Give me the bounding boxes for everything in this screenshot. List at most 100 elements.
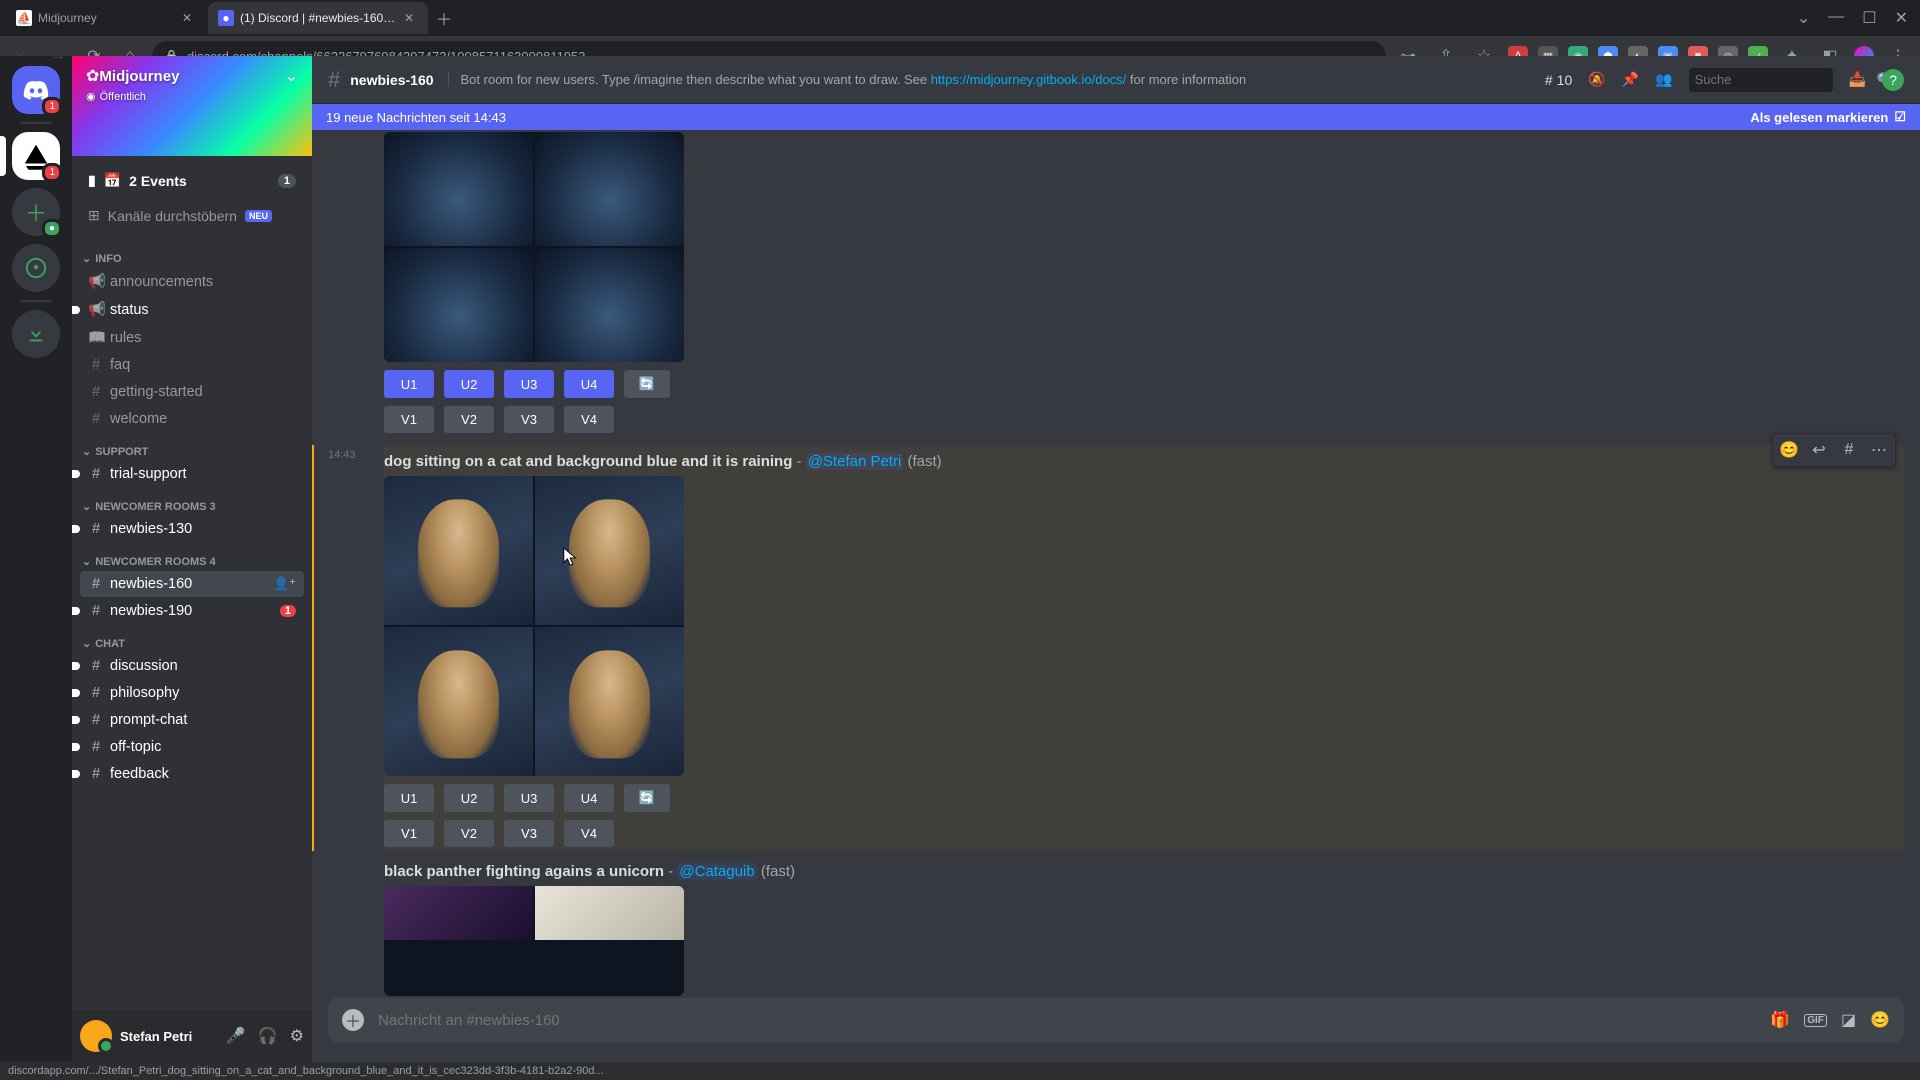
emoji-icon[interactable]: 😊: [1870, 1010, 1890, 1030]
v4-button[interactable]: V4: [564, 820, 614, 847]
channel-philosophy[interactable]: #philosophy: [80, 680, 304, 706]
v3-button[interactable]: V3: [504, 820, 554, 847]
help-icon[interactable]: ?: [1882, 69, 1904, 91]
channel-off-topic[interactable]: #off-topic: [80, 734, 304, 760]
tab-midjourney[interactable]: ⛵ Midjourney ✕: [6, 2, 206, 34]
topic-link[interactable]: https://midjourney.gitbook.io/docs/: [931, 72, 1127, 87]
v3-button[interactable]: V3: [504, 406, 554, 433]
category-header[interactable]: ⌄ NEWCOMER ROOMS 4: [80, 543, 304, 570]
u4-button[interactable]: U4: [564, 784, 614, 812]
v2-button[interactable]: V2: [444, 820, 494, 847]
members-icon[interactable]: 👥: [1655, 71, 1672, 88]
new-tab-button[interactable]: ＋: [430, 4, 458, 32]
v4-button[interactable]: V4: [564, 406, 614, 433]
more-icon[interactable]: ⋯: [1865, 436, 1893, 464]
server-midjourney[interactable]: 1: [12, 132, 60, 180]
chevron-down-icon[interactable]: ⌄: [285, 66, 298, 86]
search-box[interactable]: 🔍: [1689, 68, 1833, 92]
close-icon[interactable]: ✕: [182, 11, 196, 25]
new-messages-bar[interactable]: 19 neue Nachrichten seit 14:43 Als geles…: [312, 104, 1920, 130]
explore-servers-button[interactable]: [12, 244, 60, 292]
server-header[interactable]: ✿ Midjourney ⌄ ◉ Öffentlich: [72, 56, 312, 156]
minimize-icon[interactable]: —: [1828, 8, 1844, 28]
v1-button[interactable]: V1: [384, 406, 434, 433]
chevron-down-icon[interactable]: ⌄: [1797, 8, 1810, 28]
u3-button[interactable]: U3: [504, 370, 554, 398]
v2-button[interactable]: V2: [444, 406, 494, 433]
inbox-icon[interactable]: 📥: [1849, 71, 1866, 88]
channel-discussion[interactable]: #discussion: [80, 653, 304, 679]
category-header[interactable]: ⌄ INFO: [80, 240, 304, 267]
channel-trial-support[interactable]: # trial-support: [80, 461, 304, 487]
events-row[interactable]: ▮ 📅 2 Events 1: [80, 164, 304, 197]
channel-newbies-160[interactable]: #newbies-160👤⁺: [80, 571, 304, 597]
channel-topic[interactable]: Bot room for new users. Type /imagine th…: [448, 72, 1535, 87]
browse-channels[interactable]: ⊞ Kanäle durchstöbern NEU: [80, 201, 304, 230]
message-text-input[interactable]: [378, 1012, 1756, 1029]
u2-button[interactable]: U2: [444, 784, 494, 812]
channel-announcements[interactable]: 📢announcements: [80, 268, 304, 295]
attach-button[interactable]: ＋: [342, 1009, 364, 1031]
download-icon: [25, 323, 47, 345]
reroll-button[interactable]: 🔄: [624, 784, 670, 812]
gif-icon[interactable]: GIF: [1804, 1014, 1827, 1027]
category-header[interactable]: ⌄ CHAT: [80, 625, 304, 652]
search-input[interactable]: [1695, 72, 1871, 87]
reroll-button[interactable]: 🔄: [624, 370, 670, 398]
u4-button[interactable]: U4: [564, 370, 614, 398]
u1-button[interactable]: U1: [384, 370, 434, 398]
mark-read-button[interactable]: Als gelesen markieren ☑: [1750, 109, 1906, 125]
channel-prompt-chat[interactable]: #prompt-chat: [80, 707, 304, 733]
pinned-icon[interactable]: 📌: [1622, 71, 1639, 88]
v1-button[interactable]: V1: [384, 820, 434, 847]
channel-type-icon: #: [88, 411, 104, 427]
add-reaction-icon[interactable]: 😊: [1775, 436, 1803, 464]
channel-newbies-130[interactable]: #newbies-130: [80, 516, 304, 542]
add-server-button[interactable]: ＋ ●: [12, 188, 60, 236]
close-icon[interactable]: ✕: [404, 11, 418, 25]
user-avatar[interactable]: [80, 1020, 112, 1052]
maximize-icon[interactable]: ☐: [1862, 8, 1876, 28]
deafen-icon[interactable]: 🎧: [258, 1026, 278, 1046]
category-header[interactable]: ⌄ NEWCOMER ROOMS 3: [80, 488, 304, 515]
sticker-icon[interactable]: ◪: [1841, 1010, 1856, 1030]
message-list[interactable]: U1 U2 U3 U4 🔄 V1 V2 V3 V4 14:43 😊: [312, 130, 1920, 998]
user-mention[interactable]: @Cataguib: [677, 863, 756, 880]
unread-indicator: [72, 770, 80, 778]
gift-icon[interactable]: 🎁: [1770, 1010, 1790, 1030]
events-count: 1: [278, 174, 296, 188]
upscale-row: U1 U2 U3 U4 🔄: [384, 370, 1904, 398]
thread-icon[interactable]: #: [1835, 436, 1863, 464]
settings-icon[interactable]: ⚙: [290, 1026, 304, 1046]
tab-discord[interactable]: ● (1) Discord | #newbies-160 | Mid ✕: [208, 2, 428, 34]
u3-button[interactable]: U3: [504, 784, 554, 812]
user-mention[interactable]: @Stefan Petri: [806, 453, 904, 470]
image-grid[interactable]: [384, 132, 684, 362]
user-panel: Stefan Petri 🎤 🎧 ⚙: [72, 1010, 312, 1062]
channel-rules[interactable]: 📖rules: [80, 324, 304, 351]
channel-newbies-190[interactable]: #newbies-1901: [80, 598, 304, 624]
u1-button[interactable]: U1: [384, 784, 434, 812]
discord-home[interactable]: 1: [12, 66, 60, 114]
message-input[interactable]: ＋ 🎁 GIF ◪ 😊: [328, 998, 1904, 1042]
channel-list[interactable]: ▮ 📅 2 Events 1 ⊞ Kanäle durchstöbern NEU…: [72, 156, 312, 1010]
threads-button[interactable]: # 10: [1545, 72, 1572, 88]
channel-faq[interactable]: #faq: [80, 352, 304, 378]
channel-type-icon: #: [88, 521, 104, 537]
channel-label: trial-support: [110, 466, 187, 482]
channel-type-icon: #: [88, 466, 104, 482]
channel-welcome[interactable]: #welcome: [80, 406, 304, 432]
u2-button[interactable]: U2: [444, 370, 494, 398]
channel-getting-started[interactable]: #getting-started: [80, 379, 304, 405]
reply-icon[interactable]: ↩: [1805, 436, 1833, 464]
category-header[interactable]: ⌄ SUPPORT: [80, 433, 304, 460]
image-grid[interactable]: [384, 476, 684, 776]
channel-feedback[interactable]: #feedback: [80, 761, 304, 787]
image-grid[interactable]: [384, 886, 684, 996]
channel-status[interactable]: 📢status: [80, 296, 304, 323]
close-window-icon[interactable]: ✕: [1895, 8, 1908, 28]
mute-icon[interactable]: 🎤: [226, 1026, 246, 1046]
invite-icon[interactable]: 👤⁺: [273, 576, 296, 592]
notifications-icon[interactable]: 🔕: [1588, 71, 1605, 88]
download-apps-button[interactable]: [12, 310, 60, 358]
